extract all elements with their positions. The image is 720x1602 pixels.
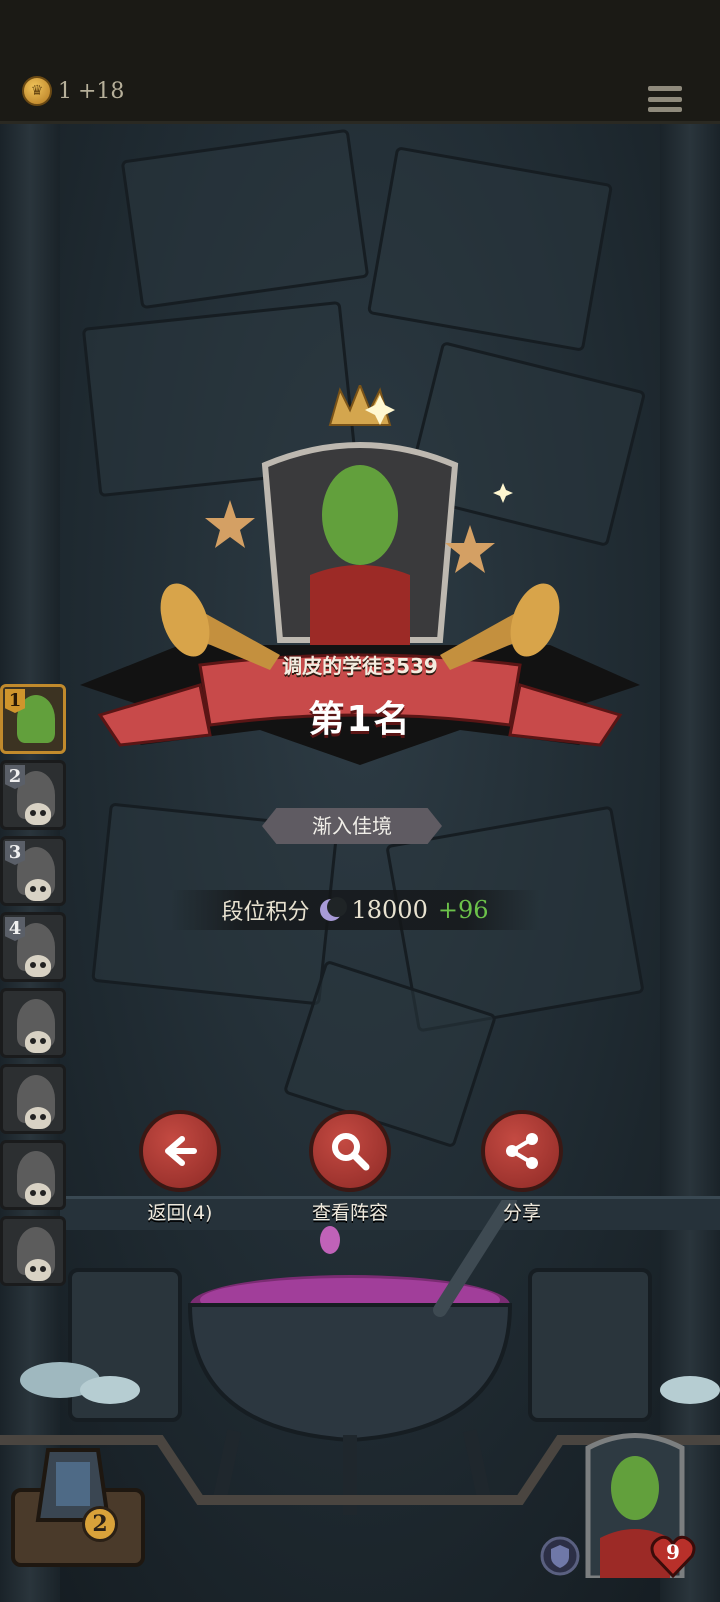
crown-coin-icon: ♛ <box>22 76 52 106</box>
score-value: 18000 <box>351 896 428 924</box>
rank-number: 4 <box>5 917 25 941</box>
skull-icon <box>25 955 51 977</box>
hp-value: 9 <box>666 1540 680 1564</box>
skull-icon <box>25 1259 51 1281</box>
wall-tile <box>366 146 614 352</box>
wall-tile <box>120 128 370 310</box>
skull-icon <box>25 1183 51 1205</box>
skull-icon <box>25 1031 51 1053</box>
top-bar: ♛ 1 +18 <box>0 0 720 124</box>
shield-icon[interactable] <box>540 1536 580 1576</box>
coin-counter: ♛ 1 +18 <box>22 76 124 106</box>
coin-amount: 1 <box>58 78 72 104</box>
rank-slot[interactable]: 3 <box>0 836 66 906</box>
view-lineup-button[interactable]: 查看阵容 <box>290 1110 410 1225</box>
rank-slot[interactable]: 1 <box>0 684 66 754</box>
tier-badge: 渐入佳境 <box>262 808 442 844</box>
player-name: 调皮的学徒3539 <box>282 654 438 678</box>
share-icon[interactable] <box>481 1110 563 1192</box>
rank-number: 3 <box>5 841 25 865</box>
deck-icon[interactable] <box>8 1440 148 1570</box>
back-arrow-icon[interactable] <box>139 1110 221 1192</box>
share-label: 分享 <box>502 1202 541 1224</box>
hamburger-menu-icon[interactable] <box>648 82 682 116</box>
skull-icon <box>25 879 51 901</box>
rank-title: 第1名 <box>308 699 412 740</box>
rank-slot[interactable]: 2 <box>0 760 66 830</box>
score-bar: 段位积分 18000 +96 <box>170 890 540 930</box>
score-label: 段位积分 <box>221 900 310 925</box>
back-label: 返回(4) <box>147 1202 213 1224</box>
skull-icon <box>25 1107 51 1129</box>
skull-icon <box>25 803 51 825</box>
deck-count-badge: 2 <box>82 1506 118 1542</box>
moon-icon <box>319 897 347 921</box>
rank-number: 1 <box>5 689 25 713</box>
rank-slot[interactable] <box>0 1140 66 1210</box>
rank-slot[interactable]: 4 <box>0 912 66 982</box>
view-lineup-label: 查看阵容 <box>311 1202 388 1224</box>
rank-slot[interactable] <box>0 1064 66 1134</box>
score-delta: +96 <box>437 896 489 924</box>
search-icon[interactable] <box>309 1110 391 1192</box>
rank-number: 2 <box>5 765 25 789</box>
rank-slot[interactable] <box>0 1216 66 1286</box>
coin-delta: +18 <box>78 78 125 104</box>
back-button[interactable]: 返回(4) <box>120 1110 240 1225</box>
rank-slot[interactable] <box>0 988 66 1058</box>
share-button[interactable]: 分享 <box>462 1110 582 1225</box>
rank-list: 1 2 3 4 <box>0 684 70 1292</box>
